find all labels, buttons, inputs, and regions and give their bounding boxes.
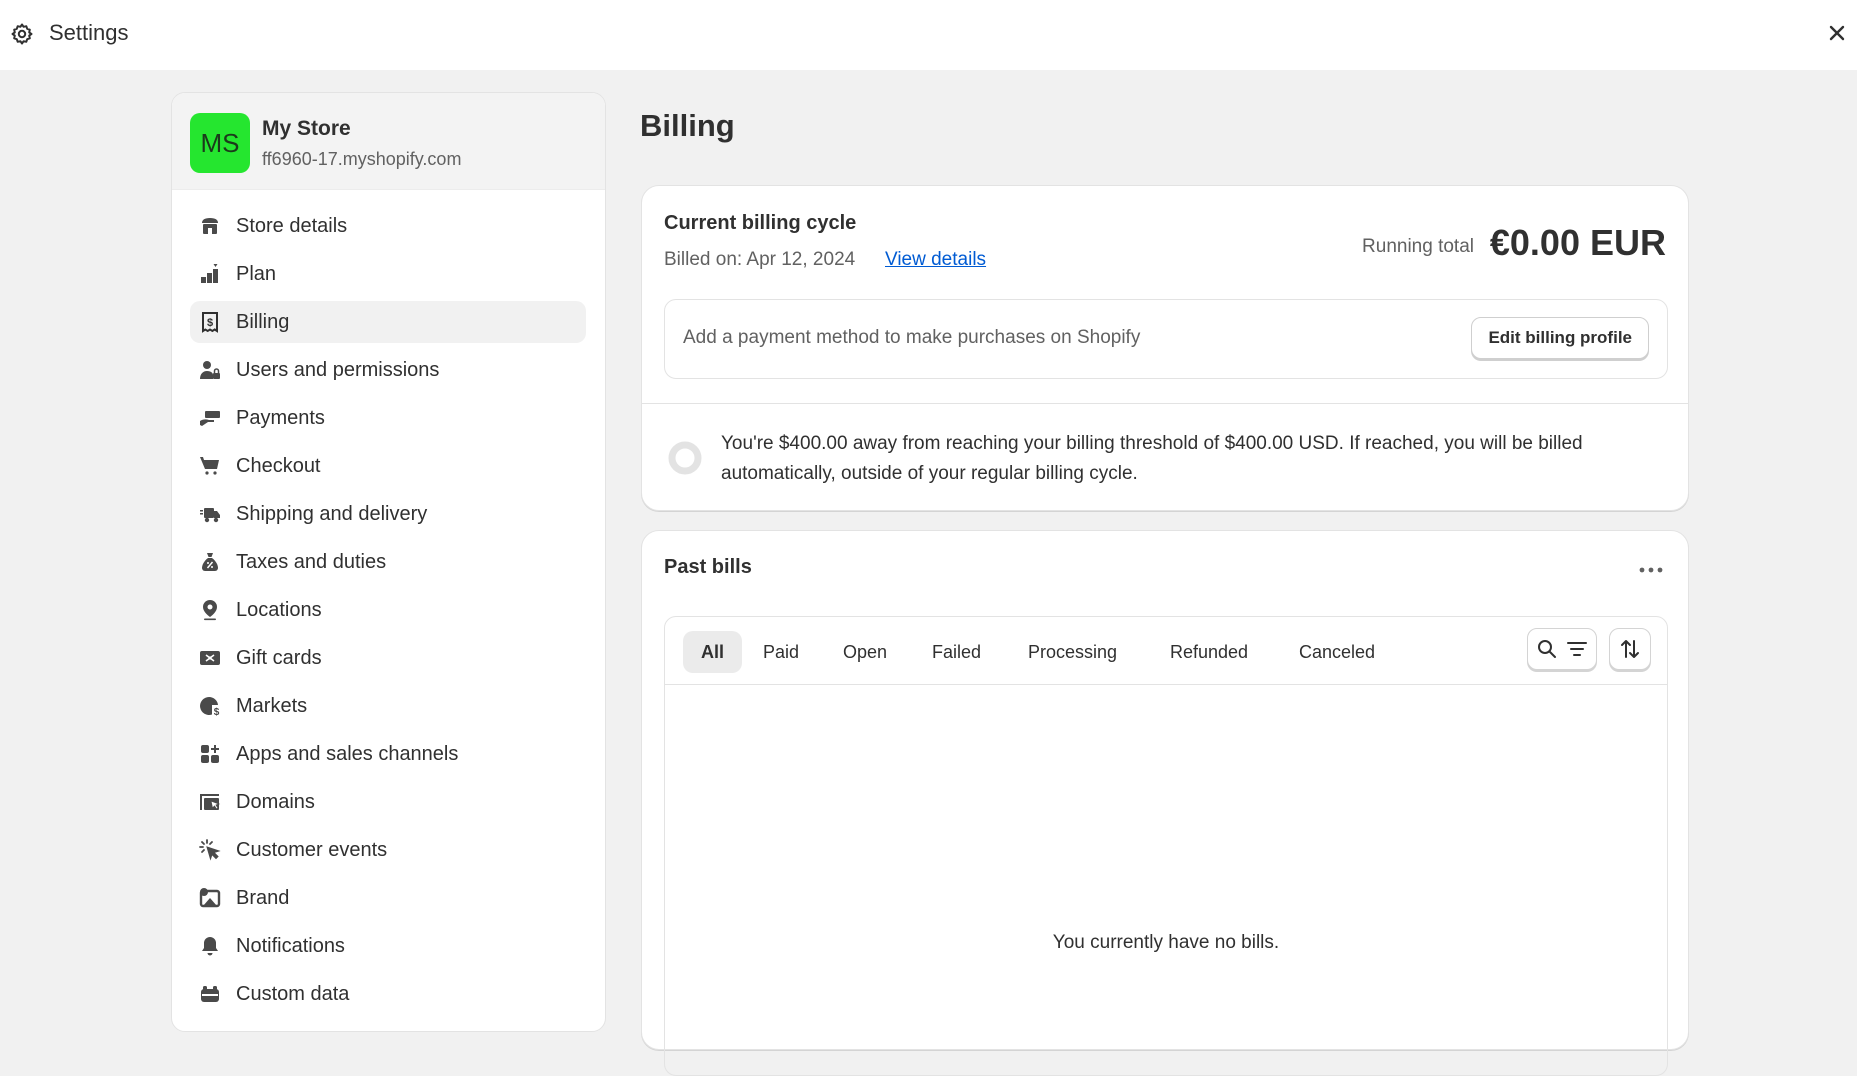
current-billing-cycle-card: Current billing cycle Billed on: Apr 12,…	[641, 185, 1689, 511]
cursor-click-icon	[198, 838, 222, 862]
tab-refunded[interactable]: Refunded	[1152, 631, 1266, 673]
close-icon[interactable]	[1826, 22, 1848, 44]
sidebar-item-plan[interactable]: Plan	[190, 253, 586, 295]
domain-cursor-icon	[198, 790, 222, 814]
store-header[interactable]: MS My Store ff6960-17.myshopify.com	[172, 93, 605, 190]
sidebar-item-label: Checkout	[236, 454, 321, 477]
sidebar-item-label: Shipping and delivery	[236, 502, 428, 525]
sidebar-item-label: Store details	[236, 214, 348, 237]
apps-icon	[198, 742, 222, 766]
sidebar-item-label: Markets	[236, 694, 308, 717]
payment-method-banner: Add a payment method to make purchases o…	[664, 299, 1668, 379]
hand-card-icon	[198, 406, 222, 430]
sidebar-item-store-details[interactable]: Store details	[190, 205, 586, 247]
sidebar-item-payments[interactable]: Payments	[190, 397, 586, 439]
brand-image-icon	[198, 886, 222, 910]
receipt-dollar-icon: $	[198, 310, 222, 334]
sidebar-item-shipping-and-delivery[interactable]: Shipping and delivery	[190, 493, 586, 535]
edit-billing-profile-button[interactable]: Edit billing profile	[1471, 317, 1649, 359]
billing-threshold-message: You're $400.00 away from reaching your b…	[721, 433, 1583, 484]
running-total-label: Running total	[1362, 236, 1474, 257]
money-bag-percent-icon	[198, 550, 222, 574]
settings-nav: Store details Plan $ Billing Users and p…	[190, 205, 586, 1021]
sidebar-item-label: Gift cards	[236, 646, 322, 669]
card-divider	[642, 403, 1688, 404]
tab-failed[interactable]: Failed	[914, 631, 999, 673]
tab-paid[interactable]: Paid	[745, 631, 817, 673]
sidebar-item-notifications[interactable]: Notifications	[190, 925, 586, 967]
gift-card-icon	[198, 646, 222, 670]
sidebar-item-label: Plan	[236, 262, 277, 285]
gear-icon	[11, 23, 33, 45]
current-billing-cycle-title: Current billing cycle	[664, 212, 857, 234]
sidebar-item-label: Custom data	[236, 982, 350, 1005]
sidebar-item-label: Notifications	[236, 934, 345, 957]
plan-icon	[198, 262, 222, 286]
sidebar-item-markets[interactable]: $ Markets	[190, 685, 586, 727]
sidebar-item-label: Payments	[236, 406, 325, 429]
sidebar-item-label: Customer events	[236, 838, 388, 861]
bill-status-tabs: All Paid Open Failed Processing Refunded…	[665, 617, 1667, 685]
tab-all[interactable]: All	[683, 631, 743, 673]
sort-icon	[1621, 640, 1639, 658]
settings-title: Settings	[49, 20, 129, 45]
sidebar-item-users-and-permissions[interactable]: Users and permissions	[190, 349, 586, 391]
sidebar-item-customer-events[interactable]: Customer events	[190, 829, 586, 871]
settings-sidebar: MS My Store ff6960-17.myshopify.com Stor…	[171, 92, 606, 1032]
bell-icon	[198, 934, 222, 958]
sidebar-item-label: Apps and sales channels	[236, 742, 459, 765]
sidebar-item-locations[interactable]: Locations	[190, 589, 586, 631]
payment-method-prompt: Add a payment method to make purchases o…	[683, 327, 1141, 348]
sidebar-item-label: Users and permissions	[236, 358, 440, 381]
globe-dollar-icon: $	[198, 694, 222, 718]
search-icon	[1538, 640, 1556, 658]
tab-processing[interactable]: Processing	[1010, 631, 1135, 673]
billed-on-date: Billed on: Apr 12, 2024	[664, 249, 856, 270]
sidebar-item-domains[interactable]: Domains	[190, 781, 586, 823]
svg-text:$: $	[214, 707, 220, 717]
svg-text:$: $	[207, 317, 213, 329]
search-filter-button[interactable]	[1527, 628, 1597, 670]
threshold-progress-ring	[668, 441, 702, 475]
sidebar-item-apps-and-sales-channels[interactable]: Apps and sales channels	[190, 733, 586, 775]
sidebar-item-gift-cards[interactable]: Gift cards	[190, 637, 586, 679]
user-lock-icon	[198, 358, 222, 382]
filter-icon	[1567, 642, 1587, 656]
past-bills-title: Past bills	[664, 556, 752, 578]
truck-icon	[198, 502, 222, 526]
location-pin-icon	[198, 598, 222, 622]
tab-open[interactable]: Open	[825, 631, 905, 673]
sidebar-item-custom-data[interactable]: Custom data	[190, 973, 586, 1015]
cart-icon	[198, 454, 222, 478]
sidebar-item-taxes-and-duties[interactable]: Taxes and duties	[190, 541, 586, 583]
sidebar-item-checkout[interactable]: Checkout	[190, 445, 586, 487]
bills-table: All Paid Open Failed Processing Refunded…	[664, 616, 1668, 1076]
store-name: My Store	[262, 117, 351, 140]
store-avatar: MS	[190, 113, 250, 173]
sidebar-item-label: Billing	[236, 310, 290, 333]
view-details-link[interactable]: View details	[885, 249, 986, 271]
store-url: ff6960-17.myshopify.com	[262, 149, 462, 169]
page-title: Billing	[640, 108, 735, 143]
more-horizontal-icon[interactable]	[1636, 561, 1666, 579]
empty-bills-message: You currently have no bills.	[1052, 932, 1280, 953]
sidebar-item-label: Domains	[236, 790, 315, 813]
sidebar-item-label: Locations	[236, 598, 322, 621]
running-total-value: €0.00 EUR	[1489, 222, 1666, 263]
settings-header: Settings	[0, 0, 1857, 70]
custom-data-icon	[198, 982, 222, 1006]
sidebar-item-label: Brand	[236, 886, 290, 909]
past-bills-card: Past bills All Paid Open Failed Processi…	[641, 530, 1689, 1076]
tab-canceled[interactable]: Canceled	[1281, 631, 1393, 673]
sidebar-item-label: Taxes and duties	[236, 550, 387, 573]
store-icon	[198, 214, 222, 238]
sort-button[interactable]	[1609, 628, 1651, 670]
sidebar-item-brand[interactable]: Brand	[190, 877, 586, 919]
sidebar-item-billing[interactable]: $ Billing	[190, 301, 586, 343]
